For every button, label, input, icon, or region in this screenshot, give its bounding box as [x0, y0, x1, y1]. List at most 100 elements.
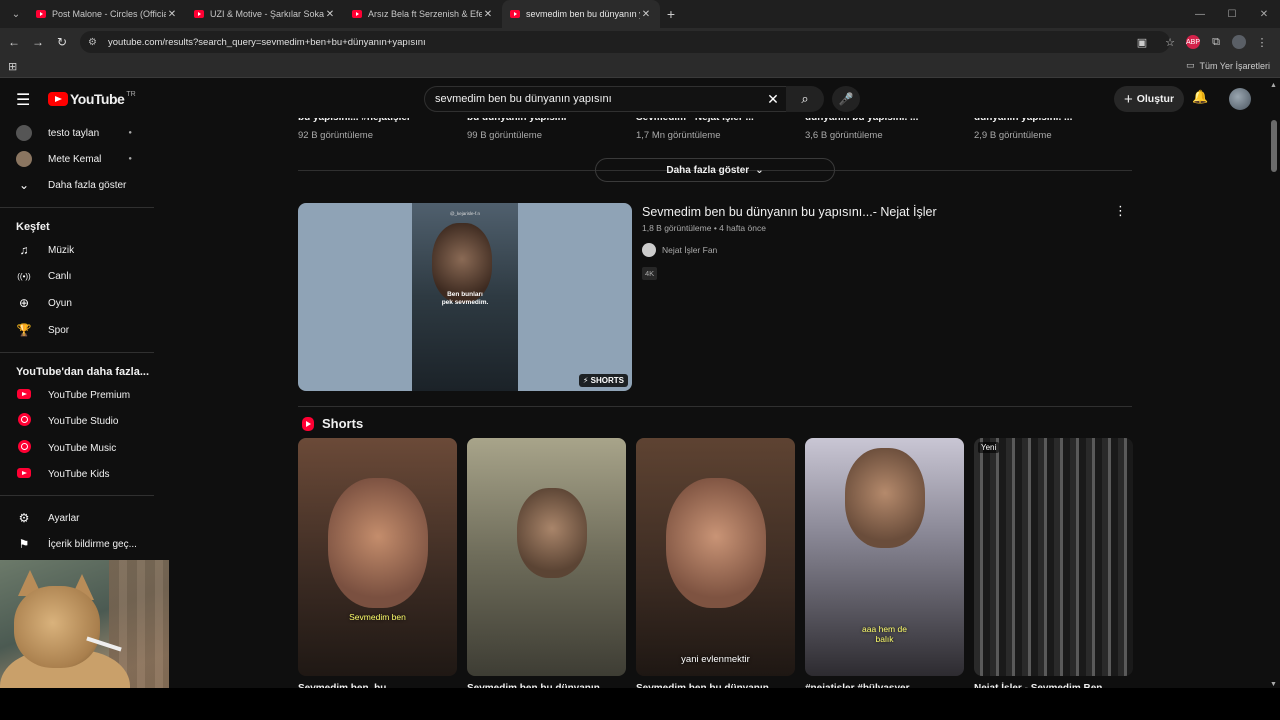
minimize-icon[interactable]: — [1184, 9, 1216, 20]
sidebar-item-label: testo taylan [48, 127, 100, 139]
page-scrollbar[interactable]: ▲ ▼ [1268, 80, 1280, 690]
result-title[interactable]: bu yapısını... #nejatişler [298, 118, 458, 125]
result-title[interactable]: dünyanın yapısını. ... [974, 118, 1134, 125]
result-card[interactable]: Sevmedim - Nejat İşler ... 1,7 Mn görünt… [636, 118, 796, 141]
short-title[interactable]: Sevmedim ben bu dünyanın [467, 681, 626, 688]
browser-tab[interactable]: UZI & Motive - Şarkılar Sokakla ✕ [186, 0, 344, 28]
result-card[interactable]: bu yapısını... #nejatişler 92 B görüntül… [298, 118, 458, 141]
short-title[interactable]: Sevmedim ben bu dünyanın [636, 681, 795, 688]
result-card[interactable]: dünyanın yapısını. ... 2,9 B görüntüleme [974, 118, 1134, 141]
thumbnail-frame: @_kejarisle-f.n Ben bunları pek sevmedim… [412, 203, 518, 391]
video-meta: 1,8 B görüntüleme • 4 hafta önce [642, 223, 766, 233]
sidebar-section-heading: Keşfet [16, 221, 50, 233]
all-bookmarks-label: Tüm Yer İşaretleri [1199, 60, 1270, 71]
url-text: youtube.com/results?search_query=sevmedi… [108, 36, 426, 48]
sidebar-item-gaming[interactable]: ⊕ Oyun [0, 290, 154, 316]
scroll-up-arrow-icon[interactable]: ▲ [1270, 82, 1277, 89]
youtube-logo[interactable]: YouTube TR [48, 91, 136, 107]
short-thumbnail-face [845, 448, 925, 548]
cast-icon[interactable]: ▣ [1130, 32, 1154, 52]
short-card[interactable]: aaa hem de balık [805, 438, 964, 676]
extension-icon[interactable]: ABP [1186, 35, 1200, 49]
sidebar-item-youtube-music[interactable]: YouTube Music [0, 435, 154, 461]
channel-link[interactable]: Nejat İşler Fan [642, 243, 717, 257]
tab-search-chevron-icon[interactable]: ⌄ [4, 4, 28, 24]
result-title[interactable]: dünyanın bu yapısını. ... [805, 118, 965, 125]
avatar[interactable] [1229, 88, 1251, 110]
tab-close-icon[interactable]: ✕ [482, 9, 494, 20]
forward-arrow-icon[interactable]: → [26, 35, 50, 49]
create-button[interactable]: + Oluştur [1114, 86, 1184, 112]
reload-icon[interactable]: ↻ [50, 35, 74, 49]
channel-name: Nejat İşler Fan [662, 245, 718, 255]
sidebar-item-label: YouTube Studio [48, 415, 119, 427]
search-button[interactable]: ⌕ [786, 86, 824, 112]
shorts-badge-label: SHORTS [590, 376, 624, 385]
result-title[interactable]: bu dünyanın yapısını [467, 118, 627, 125]
chevron-down-icon: ⌄ [18, 178, 30, 192]
extensions-puzzle-icon[interactable]: ⧉ [1204, 32, 1228, 52]
apps-grid-icon[interactable]: ⊞ [8, 60, 17, 73]
sidebar-item-sports[interactable]: 🏆 Spor [0, 317, 154, 343]
sidebar-item-youtube-studio[interactable]: YouTube Studio [0, 408, 154, 434]
new-tab-plus-icon[interactable]: + [660, 6, 682, 22]
short-card[interactable] [467, 438, 626, 676]
site-info-icon[interactable]: ⚙ [88, 37, 100, 48]
short-card[interactable]: Sevmedim ben [298, 438, 457, 676]
sidebar-item-live[interactable]: ((•)) Canlı [0, 263, 154, 289]
new-content-dot-icon: ● [128, 156, 132, 162]
sidebar-item-youtube-premium[interactable]: YouTube Premium [0, 382, 154, 408]
search-query: sevmedim ben bu dünyanın yapısını [435, 93, 612, 105]
voice-search-button[interactable]: 🎤 [832, 86, 860, 112]
hamburger-menu-icon[interactable]: ☰ [16, 90, 30, 110]
result-card[interactable]: bu dünyanın yapısını 99 B görüntüleme [467, 118, 627, 141]
maximize-icon[interactable]: ☐ [1216, 9, 1248, 20]
browser-menu-icon[interactable]: ⋮ [1250, 32, 1274, 52]
scroll-down-arrow-icon[interactable]: ▼ [1270, 681, 1277, 688]
browser-tab[interactable]: Post Malone - Circles (Official M✕ [28, 0, 186, 28]
gear-icon: ⚙ [18, 511, 30, 525]
window-close-icon[interactable]: ✕ [1248, 9, 1280, 20]
logo-wordmark: YouTube [70, 91, 125, 107]
divider [0, 352, 154, 353]
address-bar[interactable]: ⚙ youtube.com/results?search_query=sevme… [80, 31, 1170, 53]
notifications-bell-icon[interactable]: 🔔 [1192, 89, 1208, 105]
youtube-premium-icon [16, 388, 32, 402]
channel-avatar [16, 125, 32, 141]
new-content-dot-icon: ● [128, 130, 132, 136]
sidebar-item-subscription[interactable]: Mete Kemal ● [0, 146, 154, 172]
youtube-favicon-icon [352, 10, 362, 18]
tab-close-icon[interactable]: ✕ [324, 9, 336, 20]
youtube-favicon-icon [194, 10, 204, 18]
tab-close-icon[interactable]: ✕ [166, 9, 178, 20]
clear-search-icon[interactable]: ✕ [759, 91, 787, 108]
search-input[interactable]: sevmedim ben bu dünyanın yapısını ✕ [424, 86, 788, 112]
sidebar-item-settings[interactable]: ⚙ Ayarlar [0, 505, 154, 531]
sidebar-item-subscription[interactable]: testo taylan ● [0, 120, 154, 146]
sidebar-item-report-history[interactable]: ⚑ İçerik bildirme geç... [0, 531, 154, 557]
result-title[interactable]: Sevmedim - Nejat İşler ... [636, 118, 796, 125]
browser-tab[interactable]: Arsız Bela ft Serzenish & Efecan✕ [344, 0, 502, 28]
more-options-icon[interactable]: ⋮ [1114, 203, 1127, 219]
bookmark-star-icon[interactable]: ☆ [1158, 32, 1182, 52]
cat-head [14, 586, 100, 668]
sidebar-item-youtube-kids[interactable]: YouTube Kids [0, 461, 154, 487]
all-bookmarks-button[interactable]: ▭ Tüm Yer İşaretleri [1186, 60, 1270, 71]
scrollbar-thumb[interactable] [1271, 120, 1277, 172]
short-title[interactable]: Sevmedim ben, bu [298, 681, 457, 688]
result-card[interactable]: dünyanın bu yapısını. ... 3,6 B görüntül… [805, 118, 965, 141]
video-title[interactable]: Sevmedim ben bu dünyanın bu yapısını...-… [642, 205, 937, 219]
short-title[interactable]: #nejatişler #bülvasyer [805, 681, 964, 688]
sidebar-item-music[interactable]: ♫ Müzik [0, 237, 154, 263]
tab-close-icon[interactable]: ✕ [640, 9, 652, 20]
short-title[interactable]: Nejat İşler - Sevmedim Ben [974, 681, 1133, 688]
back-arrow-icon[interactable]: ← [2, 35, 26, 49]
video-thumbnail[interactable]: @_kejarisle-f.n Ben bunları pek sevmedim… [298, 203, 632, 391]
browser-profile-icon[interactable] [1232, 35, 1246, 49]
short-card[interactable]: yani evlenmektir [636, 438, 795, 676]
chevron-down-icon: ⌄ [755, 164, 764, 176]
browser-tab-active[interactable]: sevmedim ben bu dünyanın ya ✕ [502, 0, 660, 28]
short-card[interactable]: Yeni [974, 438, 1133, 676]
sidebar-show-more[interactable]: ⌄ Daha fazla göster [0, 172, 154, 198]
show-more-button[interactable]: Daha fazla göster ⌄ [595, 158, 835, 182]
